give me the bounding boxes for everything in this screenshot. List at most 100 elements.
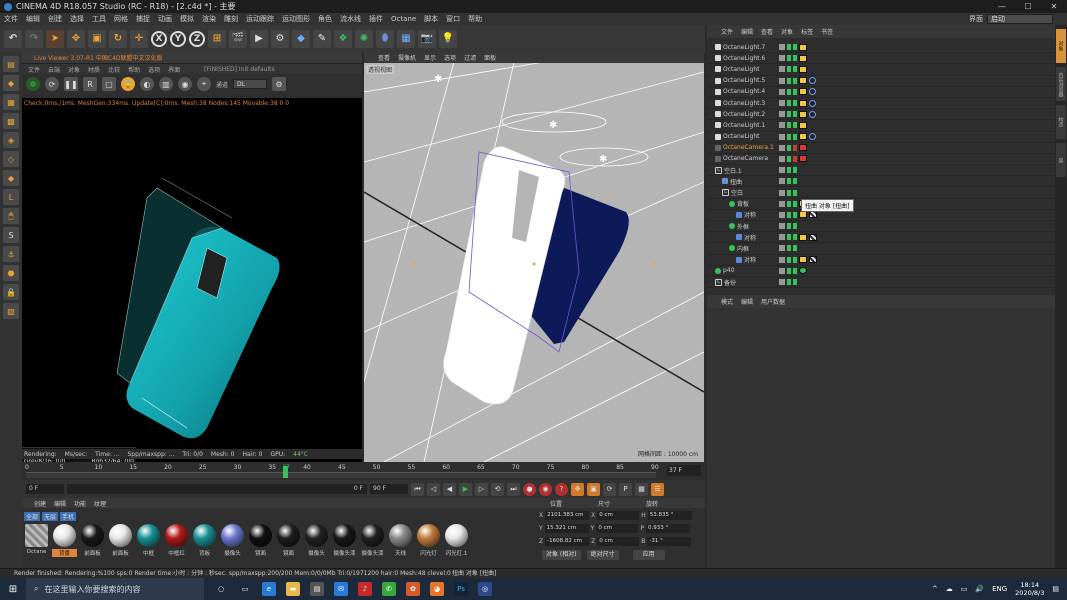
snap-icon[interactable]: S <box>3 227 19 243</box>
position-field[interactable]: 2101.383 cm <box>545 511 590 520</box>
right-tab[interactable]: 构造 <box>1056 105 1066 139</box>
move-key-icon[interactable]: ✥ <box>571 482 584 496</box>
material-menu-item[interactable]: 创建 <box>34 499 46 508</box>
viewport-menu-item[interactable]: 面板 <box>484 53 496 62</box>
pla-key-icon[interactable]: ▦ <box>635 482 648 496</box>
render-visibility-icon[interactable] <box>793 77 797 84</box>
texture-mode-icon[interactable]: ▦ <box>3 94 19 110</box>
menu-item[interactable]: Octane <box>391 15 416 23</box>
restart-icon[interactable]: R <box>83 77 97 91</box>
gear-icon[interactable]: ✲ <box>26 77 40 91</box>
cube-icon[interactable]: ◆ <box>292 29 310 48</box>
menu-item[interactable]: 流水线 <box>340 14 361 24</box>
attribute-menu-item[interactable]: 编辑 <box>741 297 753 306</box>
current-frame-field[interactable]: 37 F <box>667 465 701 476</box>
notification-icon[interactable]: ▤ <box>1052 585 1059 593</box>
ring-tag-icon[interactable] <box>809 133 816 141</box>
start-frame-field[interactable]: 0 F <box>26 484 64 494</box>
rotation-field[interactable]: -31 ° <box>647 537 692 546</box>
brush-icon[interactable]: ⬣ <box>3 265 19 281</box>
polygons-mode-icon[interactable]: ◆ <box>3 170 19 186</box>
object-row[interactable]: L 空白.1 <box>707 165 1055 177</box>
axis-y-button[interactable]: Y <box>170 30 186 47</box>
model-mode-icon[interactable]: ◆ <box>3 75 19 91</box>
visibility-icon[interactable] <box>787 155 791 162</box>
viewport-menu-item[interactable]: 过滤 <box>464 53 476 62</box>
render-visibility-icon[interactable] <box>793 234 797 241</box>
material-swatch[interactable]: Octane <box>24 524 49 557</box>
rotate-key-icon[interactable]: ⟳ <box>603 482 616 496</box>
visibility-icon[interactable] <box>787 245 791 252</box>
material-swatch[interactable]: 摄像头漆 <box>360 524 385 557</box>
material-swatch[interactable]: 背板 <box>192 524 217 557</box>
ring-tag-icon[interactable] <box>809 88 816 96</box>
coordinate-system-icon[interactable]: ⊞ <box>208 29 226 48</box>
visibility-icon[interactable] <box>787 267 791 274</box>
visibility-icon[interactable] <box>787 167 791 174</box>
rotation-field[interactable]: 53.835 ° <box>647 511 692 520</box>
visibility-icon[interactable] <box>787 189 791 196</box>
green-tag-icon[interactable] <box>799 267 807 275</box>
volume-icon[interactable]: 🔊 <box>975 585 984 593</box>
object-menu-item[interactable]: 对象 <box>781 27 793 36</box>
pause-icon[interactable]: ❚❚ <box>64 77 78 91</box>
points-mode-icon[interactable]: ◈ <box>3 132 19 148</box>
object-row[interactable]: p40 <box>707 266 1055 277</box>
layer-icon[interactable] <box>779 55 785 62</box>
render-visibility-icon[interactable] <box>793 223 797 230</box>
light-tag-icon[interactable] <box>799 256 807 264</box>
visibility-icon[interactable] <box>787 178 791 185</box>
object-row[interactable]: OctaneLight.2 <box>707 109 1055 121</box>
workplane-icon[interactable]: ▩ <box>3 113 19 129</box>
render-visibility-icon[interactable] <box>793 133 797 140</box>
menu-item[interactable]: 工具 <box>92 14 106 24</box>
keyframe-icon[interactable]: ? <box>555 482 568 496</box>
render-visibility-icon[interactable] <box>793 167 797 174</box>
size-field[interactable]: 0 cm <box>597 511 640 520</box>
visibility-icon[interactable] <box>787 55 791 62</box>
menu-item[interactable]: 插件 <box>369 14 383 24</box>
visibility-icon[interactable] <box>787 77 791 84</box>
lock-icon[interactable]: ⚓ <box>3 246 19 262</box>
attribute-menu-item[interactable]: 模式 <box>721 297 733 306</box>
minimize-button[interactable]: — <box>989 0 1015 13</box>
prev-key-icon[interactable]: ◁ <box>427 482 440 496</box>
netease-icon[interactable]: ♪ <box>358 582 372 596</box>
clay-icon[interactable]: ▥ <box>159 77 173 91</box>
lv-menu-item[interactable]: 文件 <box>28 65 40 74</box>
timeline-track[interactable] <box>26 472 656 478</box>
render-visibility-icon[interactable] <box>793 66 797 73</box>
rotation-field[interactable]: 0.933 ° <box>645 524 690 533</box>
layer-icon[interactable] <box>779 279 785 286</box>
timeline[interactable]: 37 F 0 5 10 15 20 25 30 35 37 40 45 50 55 60 65 70 75 80 8… <box>22 462 705 480</box>
edge-icon[interactable]: e <box>262 582 276 596</box>
layer-icon[interactable] <box>779 211 785 218</box>
timeline-window-icon[interactable]: ☰ <box>651 482 664 496</box>
object-row[interactable]: L 备份 <box>707 277 1055 289</box>
menu-item[interactable]: 窗口 <box>446 14 460 24</box>
render-visibility-icon[interactable] <box>793 55 797 62</box>
close-button[interactable]: ✕ <box>1041 0 1067 13</box>
visibility-icon[interactable] <box>787 44 791 51</box>
right-tab[interactable]: 内容浏览器 <box>1056 67 1066 101</box>
visibility-icon[interactable] <box>787 256 791 263</box>
coord-mode-dropdown[interactable]: 对象 (相对) <box>542 550 581 560</box>
settings-icon[interactable]: ⚙ <box>272 77 287 91</box>
select-icon[interactable]: ➤ <box>46 29 64 48</box>
viewport-menu-item[interactable]: 选项 <box>444 53 456 62</box>
visibility-icon[interactable] <box>787 66 791 73</box>
viewport-menu-item[interactable]: 显示 <box>424 53 436 62</box>
cloud-icon[interactable]: ☁ <box>946 585 953 593</box>
cinema4d-taskbar-icon[interactable]: ◎ <box>478 582 492 596</box>
material-swatch[interactable]: 中框红 <box>164 524 189 557</box>
maximize-button[interactable]: ☐ <box>1015 0 1041 13</box>
subdivision-icon[interactable]: ❖ <box>334 29 352 48</box>
light-icon[interactable]: 💡 <box>439 29 457 48</box>
visibility-icon[interactable] <box>787 111 791 118</box>
visibility-icon[interactable] <box>787 122 791 129</box>
object-menu-item[interactable]: 查看 <box>761 27 773 36</box>
menu-item[interactable]: 创建 <box>48 14 62 24</box>
render-visibility-icon[interactable] <box>793 44 797 51</box>
menu-item[interactable]: 运动图形 <box>282 14 310 24</box>
ring-tag-icon[interactable] <box>809 110 816 118</box>
